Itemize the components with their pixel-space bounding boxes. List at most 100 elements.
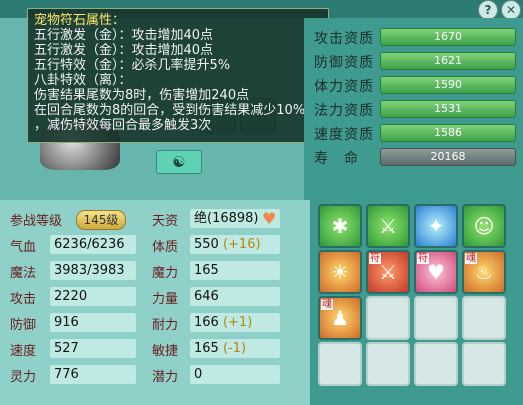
stat-label: 体质	[152, 240, 179, 255]
stat-label: 力量	[152, 292, 179, 307]
stat-value: 0	[194, 367, 203, 382]
aptitude-row: 法力资质 1531	[304, 98, 523, 120]
stat-label: 敏捷	[152, 344, 179, 359]
skill-slot[interactable]: ♥ 符	[414, 250, 458, 294]
aptitude-row: 速度资质 1586	[304, 122, 523, 144]
skill-icon: ☀	[331, 260, 349, 284]
stat-value-box: 0	[190, 365, 280, 384]
heart-icon[interactable]: ♥	[262, 211, 280, 227]
empty-skill-slot[interactable]	[462, 342, 506, 386]
stat-label: 速度	[10, 344, 37, 359]
stat-value: 166	[194, 315, 219, 330]
stat-row: 灵力 776 潜力 0	[0, 363, 310, 386]
aptitude-row: 体力资质 1590	[304, 74, 523, 96]
stat-row: 气血 6236/6236 体质 550 (+16)	[0, 233, 310, 256]
stat-value-box: 166 (+1)	[190, 313, 280, 332]
level-label: 参战等级	[10, 214, 63, 229]
aptitude-row: 防御资质 1621	[304, 50, 523, 72]
stat-value: 2220	[50, 287, 136, 306]
empty-skill-slot[interactable]	[462, 296, 506, 340]
skill-slot[interactable]: ☀	[318, 250, 362, 294]
stat-row: 速度 527 敏捷 165 (-1)	[0, 337, 310, 360]
stat-label: 魔力	[152, 266, 179, 281]
stat-value-box: 165	[190, 261, 280, 280]
aptitude-panel: 攻击资质 1670 防御资质 1621 体力资质 1590 法力资质 1531 …	[304, 18, 523, 200]
talent-label: 天资	[152, 214, 179, 229]
aptitude-label: 速度资质	[314, 127, 374, 143]
aptitude-bar: 1621	[380, 52, 516, 70]
skills-grid: ✱ ⚔ ✦ ☺ ☀ ⚔ 符 ♥ 符 ♨ 魂 ♟ 魂	[310, 200, 523, 405]
skill-tag: 魂	[321, 299, 333, 310]
skill-slot[interactable]: ♟ 魂	[318, 296, 362, 340]
stat-row: 魔法 3983/3983 魔力 165	[0, 259, 310, 282]
skill-tag: 符	[369, 253, 381, 264]
lifespan-label: 寿 命	[314, 151, 359, 167]
aptitude-row: 寿 命 20168	[304, 146, 523, 168]
skill-slot[interactable]: ⚔	[366, 204, 410, 248]
empty-skill-slot[interactable]	[414, 342, 458, 386]
skill-icon: ✦	[427, 214, 445, 238]
stat-bonus: (+1)	[222, 315, 253, 330]
yinyang-icon[interactable]: ☯	[156, 150, 202, 174]
tooltip-line: 五行激发（金）：攻击增加40点	[34, 28, 214, 43]
skill-tag: 魂	[465, 253, 477, 264]
skill-icon: ☺	[473, 214, 495, 238]
aptitude-bar: 1531	[380, 100, 516, 118]
skill-slot[interactable]: ⚔ 符	[366, 250, 410, 294]
stat-label: 灵力	[10, 370, 37, 385]
stat-label: 攻击	[10, 292, 37, 307]
level-badge: 145级	[76, 210, 126, 230]
skill-tag: 符	[417, 253, 429, 264]
stat-value-box: 165 (-1)	[190, 339, 280, 358]
skill-slot[interactable]: ☺	[462, 204, 506, 248]
stat-value: 646	[194, 289, 219, 304]
help-button[interactable]: ?	[478, 0, 498, 20]
aptitude-label: 攻击资质	[314, 31, 374, 47]
skill-slot[interactable]: ♨ 魂	[462, 250, 506, 294]
stat-bonus: (+16)	[222, 237, 261, 252]
skill-slot[interactable]: ✦	[414, 204, 458, 248]
stat-value: 527	[50, 339, 136, 358]
stat-bonus: (-1)	[222, 341, 247, 356]
stat-value-box: 646	[190, 287, 280, 306]
aptitude-row: 攻击资质 1670	[304, 26, 523, 48]
skill-icon: ⚔	[379, 214, 397, 238]
level-row: 参战等级 145级 天资 绝(16898) ♥	[0, 207, 310, 230]
talisman-tooltip: 宠物符石属性： 五行激发（金）：攻击增加40点 五行激发（金）：攻击增加40点 …	[27, 8, 329, 143]
stat-row: 攻击 2220 力量 646	[0, 285, 310, 308]
tooltip-line: 在回合尾数为8的回合，受到伤害结果减少10%	[34, 103, 306, 118]
tooltip-line: 八卦特效（离）：	[34, 73, 132, 88]
stat-label: 防御	[10, 318, 37, 333]
empty-skill-slot[interactable]	[318, 342, 362, 386]
stat-value: 165	[194, 341, 219, 356]
stat-label: 气血	[10, 240, 37, 255]
empty-skill-slot[interactable]	[414, 296, 458, 340]
tooltip-line: 五行特效（金）：必杀几率提升5%	[34, 58, 231, 73]
tooltip-line: 五行激发（金）：攻击增加40点	[34, 43, 214, 58]
aptitude-label: 体力资质	[314, 79, 374, 95]
lifespan-bar: 20168	[380, 148, 516, 166]
aptitude-bar: 1590	[380, 76, 516, 94]
stat-value: 550	[194, 237, 219, 252]
stat-value: 6236/6236	[50, 235, 136, 254]
aptitude-label: 法力资质	[314, 103, 374, 119]
skill-slot[interactable]: ✱	[318, 204, 362, 248]
stat-row: 防御 916 耐力 166 (+1)	[0, 311, 310, 334]
tooltip-title: 宠物符石属性：	[34, 13, 126, 28]
aptitude-bar: 1670	[380, 28, 516, 46]
skill-icon: ✱	[331, 214, 349, 238]
stat-value: 776	[50, 365, 136, 384]
tooltip-line: 伤害结果尾数为8时，伤害增加240点	[34, 88, 250, 103]
stat-label: 魔法	[10, 266, 37, 281]
stat-value: 916	[50, 313, 136, 332]
close-button[interactable]: ✕	[501, 0, 521, 20]
stat-label: 耐力	[152, 318, 179, 333]
stat-value-box: 550 (+16)	[190, 235, 280, 254]
stat-label: 潜力	[152, 370, 179, 385]
stat-value: 165	[194, 263, 219, 278]
empty-skill-slot[interactable]	[366, 342, 410, 386]
empty-skill-slot[interactable]	[366, 296, 410, 340]
aptitude-label: 防御资质	[314, 55, 374, 71]
aptitude-bar: 1586	[380, 124, 516, 142]
tooltip-line: ，减伤特效每回合最多触发3次	[34, 118, 212, 133]
